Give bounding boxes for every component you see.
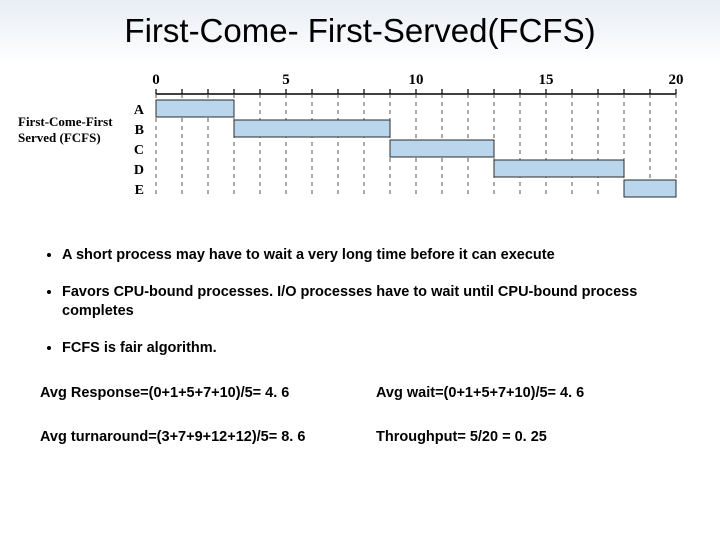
bullet-item: A short process may have to wait a very … <box>62 246 680 265</box>
svg-text:C: C <box>134 143 144 158</box>
svg-text:15: 15 <box>539 72 554 88</box>
avg-turnaround: Avg turnaround=(3+7+9+12+12)/5= 8. 6 <box>40 429 344 445</box>
svg-text:5: 5 <box>282 72 290 88</box>
svg-text:A: A <box>134 103 145 118</box>
slide-title: First-Come- First-Served(FCFS) <box>0 0 720 58</box>
svg-text:0: 0 <box>152 72 160 88</box>
svg-text:10: 10 <box>409 72 424 88</box>
chart-side-label: First-Come-First Served (FCFS) <box>18 114 113 147</box>
throughput: Throughput= 5/20 = 0. 25 <box>376 429 680 445</box>
bullet-item: FCFS is fair algorithm. <box>62 339 680 358</box>
bullet-item: Favors CPU-bound processes. I/O processe… <box>62 283 680 321</box>
metrics-grid: Avg Response=(0+1+5+7+10)/5= 4. 6 Avg wa… <box>40 385 680 445</box>
svg-text:E: E <box>135 183 144 198</box>
svg-text:D: D <box>134 163 144 178</box>
avg-response: Avg Response=(0+1+5+7+10)/5= 4. 6 <box>40 385 344 401</box>
bullet-list: A short process may have to wait a very … <box>40 246 680 357</box>
gantt-chart: First-Come-First Served (FCFS) 0 5 10 15 20 A… <box>18 66 702 216</box>
gantt-svg: 0 5 10 15 20 ABCDE <box>116 66 696 216</box>
svg-text:20: 20 <box>669 72 684 88</box>
avg-wait: Avg wait=(0+1+5+7+10)/5= 4. 6 <box>376 385 680 401</box>
svg-text:B: B <box>135 123 144 138</box>
